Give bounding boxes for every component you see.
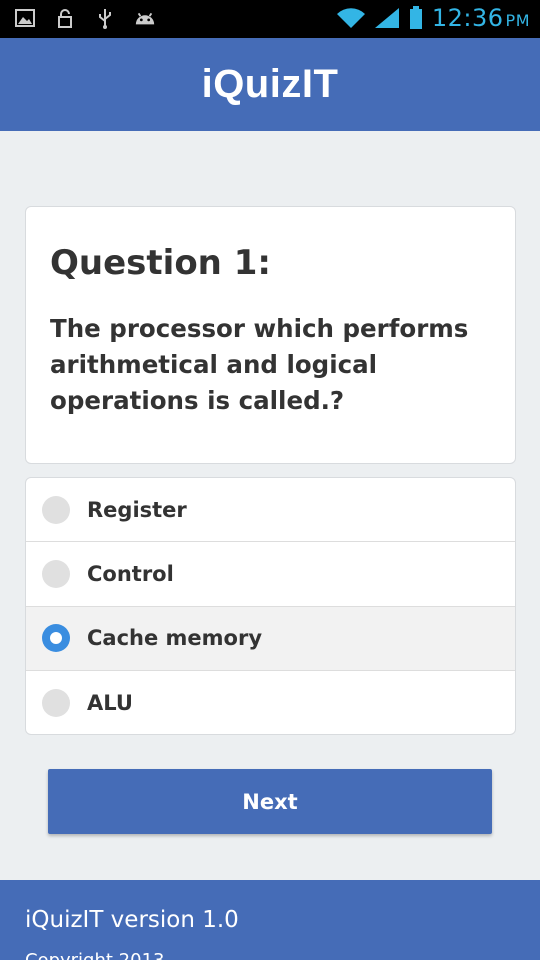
answer-options: Register Control Cache memory ALU [25, 477, 516, 735]
usb-icon [94, 7, 116, 29]
option-cache-memory[interactable]: Cache memory [26, 606, 515, 671]
next-button[interactable]: Next [48, 769, 492, 834]
wifi-icon [336, 7, 366, 29]
option-control[interactable]: Control [26, 542, 515, 607]
radio-button[interactable] [42, 688, 70, 717]
question-text: The processor which performs arithmetica… [50, 314, 469, 415]
option-register[interactable]: Register [26, 478, 515, 543]
option-alu[interactable]: ALU [26, 671, 515, 734]
footer-version: iQuizIT version 1.0 [25, 907, 239, 933]
question-number: Question 1: [50, 243, 271, 283]
signal-icon [374, 7, 400, 29]
footer: iQuizIT version 1.0 Copyright 2013 [0, 880, 540, 960]
option-label: ALU [87, 690, 133, 715]
radio-button[interactable] [42, 559, 70, 588]
app-title: iQuizIT [201, 62, 339, 106]
gallery-icon [14, 7, 36, 29]
app-header: iQuizIT [0, 38, 540, 131]
radio-button-selected[interactable] [42, 624, 70, 653]
radio-button[interactable] [42, 495, 70, 524]
status-time: 12:36 PM [431, 4, 530, 32]
option-label: Cache memory [87, 626, 263, 651]
footer-copyright: Copyright 2013 [25, 950, 164, 960]
android-icon [134, 7, 156, 29]
option-label: Register [87, 497, 187, 522]
lock-icon [54, 7, 76, 29]
option-label: Control [87, 561, 174, 586]
question-card: Question 1: The processor which performs… [25, 206, 516, 464]
battery-icon [408, 6, 424, 29]
status-bar: 12:36 PM [0, 0, 540, 38]
